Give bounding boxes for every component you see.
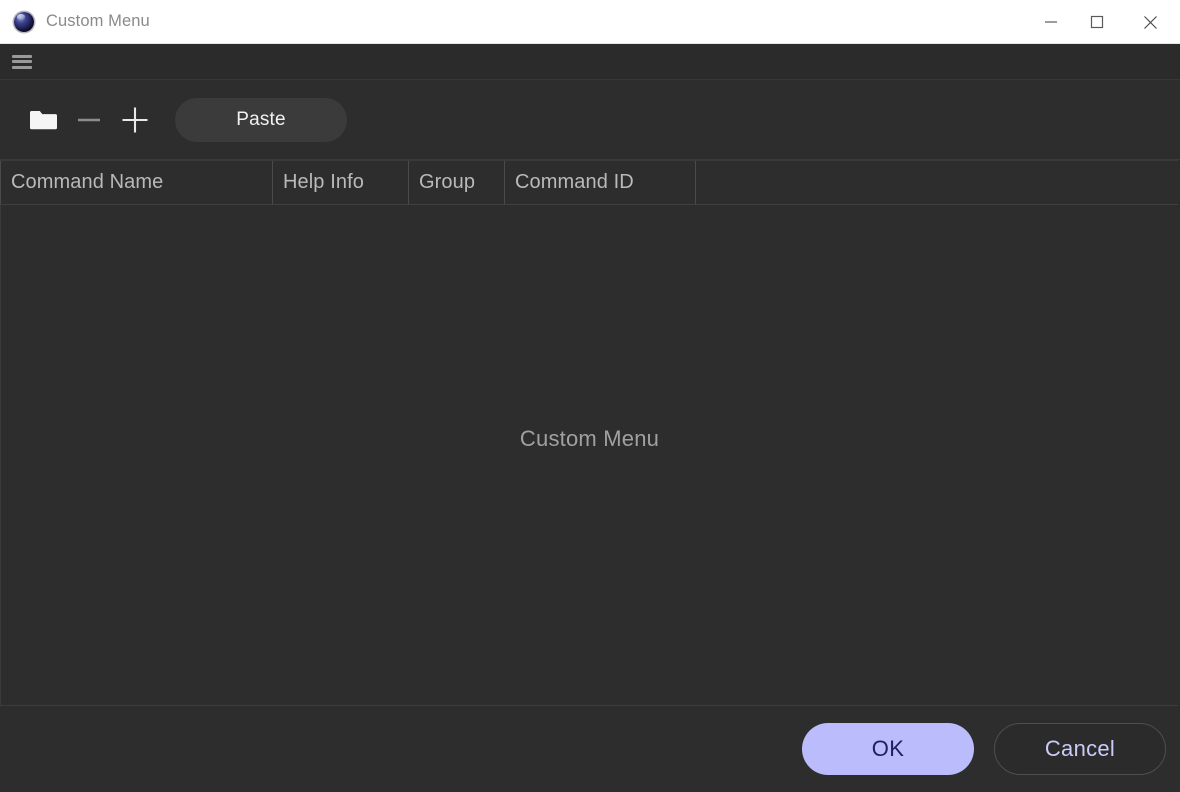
- command-table: Command Name Help Info Group Command ID …: [0, 160, 1178, 706]
- column-header-group[interactable]: Group: [408, 161, 504, 204]
- column-header-filler: [695, 161, 1178, 204]
- paste-button[interactable]: Paste: [175, 97, 347, 142]
- dialog-footer: OK Cancel: [0, 706, 1180, 792]
- column-header-command-name[interactable]: Command Name: [0, 161, 272, 204]
- window-title: Custom Menu: [46, 12, 150, 30]
- custom-menu-window: Custom Menu Paste Command Name Help Info…: [0, 0, 1180, 792]
- cancel-button[interactable]: Cancel: [994, 723, 1166, 775]
- column-header-help-info[interactable]: Help Info: [272, 161, 408, 204]
- close-icon[interactable]: [1120, 0, 1180, 44]
- title-bar: Custom Menu: [0, 0, 1180, 44]
- table-header-row: Command Name Help Info Group Command ID: [0, 160, 1178, 205]
- ok-button[interactable]: OK: [802, 723, 974, 775]
- maximize-icon[interactable]: [1074, 0, 1120, 44]
- content-area: Command Name Help Info Group Command ID …: [0, 160, 1180, 706]
- column-header-command-id[interactable]: Command ID: [504, 161, 695, 204]
- hamburger-line: [12, 65, 32, 69]
- empty-state-message: Custom Menu: [519, 426, 660, 451]
- window-controls: [1028, 0, 1180, 44]
- hamburger-menu-icon[interactable]: [12, 54, 32, 69]
- hamburger-line: [12, 54, 32, 58]
- minimize-icon[interactable]: [1028, 0, 1074, 44]
- plus-icon[interactable]: [112, 97, 158, 143]
- table-body[interactable]: Custom Menu: [0, 205, 1178, 705]
- sphere-logo-icon: [14, 11, 34, 32]
- menu-strip: [0, 44, 1180, 80]
- hamburger-line: [12, 60, 32, 63]
- folder-icon[interactable]: [22, 97, 66, 143]
- toolbar: Paste: [0, 80, 1180, 160]
- minus-icon[interactable]: [66, 97, 112, 143]
